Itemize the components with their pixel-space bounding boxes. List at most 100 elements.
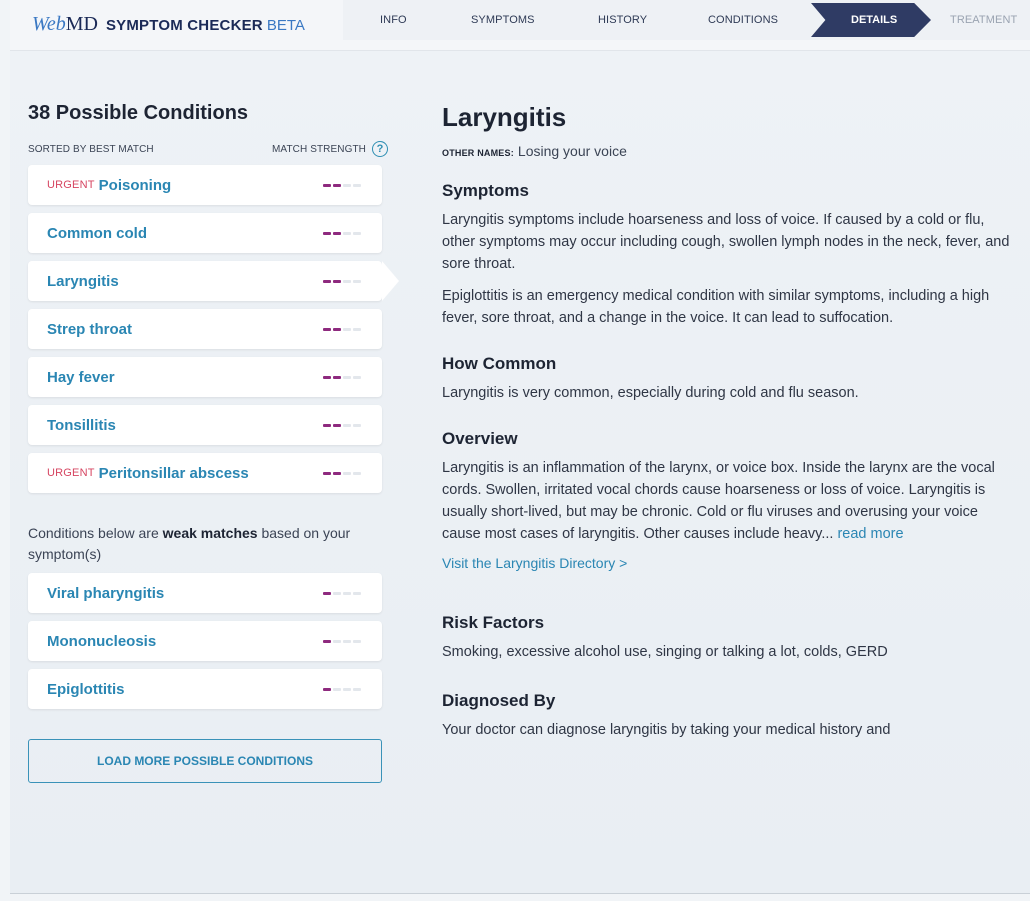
weak-matches-note: Conditions below are weak matches based … <box>28 523 368 565</box>
strength-bar <box>353 472 361 475</box>
strength-bar <box>343 184 351 187</box>
strong-matches-list: URGENT Poisoning Common cold Laryngitis Stre… <box>28 165 399 493</box>
match-strength-meter <box>323 232 361 235</box>
app-frame: Web MD SYMPTOM CHECKER BETA INFO SYMPTOMS… <box>10 0 1030 894</box>
condition-card[interactable]: Common cold <box>28 213 382 253</box>
step-info[interactable]: INFO <box>380 14 407 26</box>
strength-bar <box>343 472 351 475</box>
strength-bar <box>353 592 361 595</box>
condition-name: Poisoning <box>98 176 172 194</box>
step-details-active[interactable]: DETAILS <box>811 3 931 37</box>
other-names-value: Losing your voice <box>517 143 627 159</box>
weak-note-text: Conditions below are <box>28 525 163 541</box>
condition-card[interactable]: URGENT Peritonsillar abscess <box>28 453 382 493</box>
step-treatment: TREATMENT <box>950 14 1018 26</box>
conditions-count-title: 38 Possible Conditions <box>28 102 249 124</box>
match-strength-meter <box>323 688 361 691</box>
strength-bar <box>343 280 351 283</box>
how-common-text: Laryngitis is very common, especially du… <box>442 385 859 401</box>
read-more-link[interactable]: read more <box>837 526 903 542</box>
risk-factors-heading: Risk Factors <box>442 613 545 632</box>
product-name: SYMPTOM CHECKER <box>105 17 263 34</box>
strength-bar <box>343 424 351 427</box>
condition-name: Laryngitis <box>47 272 119 290</box>
condition-name: Viral pharyngitis <box>47 584 165 602</box>
directory-link[interactable]: Visit the Laryngitis Directory > <box>442 555 627 571</box>
match-strength-meter <box>323 592 361 595</box>
diagnosed-by-section: Diagnosed By Your doctor can diagnose la… <box>442 691 1012 741</box>
condition-name: Tonsillitis <box>47 416 116 434</box>
strength-bar <box>333 472 341 475</box>
strength-bar <box>353 640 361 643</box>
beta-label: BETA <box>266 17 305 34</box>
step-symptoms[interactable]: SYMPTOMS <box>471 14 535 26</box>
match-strength-label: MATCH STRENGTH ? <box>272 141 388 157</box>
strength-bar <box>333 640 341 643</box>
logo-web: Web <box>32 13 66 35</box>
condition-title: Laryngitis <box>442 102 567 132</box>
progress-steps: INFO SYMPTOMS HISTORY CONDITIONS DETAILS… <box>343 0 1030 40</box>
how-common-heading: How Common <box>442 354 557 373</box>
strength-bar <box>323 280 331 283</box>
strength-bar <box>353 688 361 691</box>
strength-bar <box>323 472 331 475</box>
strength-bar <box>343 688 351 691</box>
step-history[interactable]: HISTORY <box>598 14 647 26</box>
help-icon[interactable]: ? <box>372 141 388 157</box>
top-bar: Web MD SYMPTOM CHECKER BETA INFO SYMPTOMS… <box>10 0 1030 51</box>
condition-card[interactable]: Epiglottitis <box>28 669 382 709</box>
strength-bar <box>323 328 331 331</box>
condition-card[interactable]: Strep throat <box>28 309 382 349</box>
strength-bar <box>343 232 351 235</box>
symptoms-section: Symptoms Laryngitis symptoms include hoa… <box>442 181 1012 329</box>
conditions-panel: 38 Possible Conditions SORTED BY BEST MA… <box>28 102 399 783</box>
sorted-label: SORTED BY BEST MATCH <box>28 143 154 155</box>
strength-bar <box>323 424 331 427</box>
diagnosed-by-heading: Diagnosed By <box>442 691 556 710</box>
strength-bar <box>333 376 341 379</box>
strength-bar <box>323 640 331 643</box>
strength-bar <box>353 232 361 235</box>
how-common-section: How Common Laryngitis is very common, es… <box>442 354 1012 404</box>
condition-card[interactable]: Hay fever <box>28 357 382 397</box>
strength-bar <box>323 592 331 595</box>
diagnosed-by-text: Your doctor can diagnose laryngitis by t… <box>442 722 891 738</box>
strength-bar <box>333 688 341 691</box>
condition-card[interactable]: Viral pharyngitis <box>28 573 382 613</box>
symptoms-heading: Symptoms <box>442 181 529 200</box>
webmd-logo[interactable]: Web MD SYMPTOM CHECKER BETA <box>32 13 305 36</box>
match-strength-meter <box>323 424 361 427</box>
strength-bar <box>343 376 351 379</box>
strength-bar <box>333 592 341 595</box>
strength-bar <box>333 424 341 427</box>
match-strength-meter <box>323 328 361 331</box>
condition-card[interactable]: Tonsillitis <box>28 405 382 445</box>
match-strength-meter <box>323 472 361 475</box>
condition-details: Laryngitis OTHER NAMES: Losing your voice… <box>442 102 1012 741</box>
overview-section: Overview Laryngitis is an inflammation o… <box>442 429 1012 573</box>
strength-bar <box>323 376 331 379</box>
condition-card[interactable]: URGENT Poisoning <box>28 165 382 205</box>
strength-bar <box>343 328 351 331</box>
match-strength-text: MATCH STRENGTH <box>272 143 366 155</box>
strength-bar <box>323 184 331 187</box>
condition-name: Strep throat <box>47 320 133 338</box>
condition-card[interactable]: Mononucleosis <box>28 621 382 661</box>
strength-bar <box>333 232 341 235</box>
step-conditions[interactable]: CONDITIONS <box>708 14 778 26</box>
strength-bar <box>343 640 351 643</box>
other-names-label: OTHER NAMES: <box>442 148 514 158</box>
strength-bar <box>333 280 341 283</box>
condition-card[interactable]: Laryngitis <box>28 261 399 301</box>
match-strength-meter <box>323 184 361 187</box>
strength-bar <box>353 280 361 283</box>
overview-body: Laryngitis is an inflammation of the lar… <box>442 460 995 542</box>
risk-factors-text: Smoking, excessive alcohol use, singing … <box>442 644 888 660</box>
risk-factors-section: Risk Factors Smoking, excessive alcohol … <box>442 613 1012 663</box>
strength-bar <box>353 424 361 427</box>
strength-bar <box>353 376 361 379</box>
condition-name: Common cold <box>47 224 147 242</box>
match-strength-meter <box>323 280 361 283</box>
match-strength-meter <box>323 376 361 379</box>
load-more-button[interactable]: LOAD MORE POSSIBLE CONDITIONS <box>28 739 382 783</box>
